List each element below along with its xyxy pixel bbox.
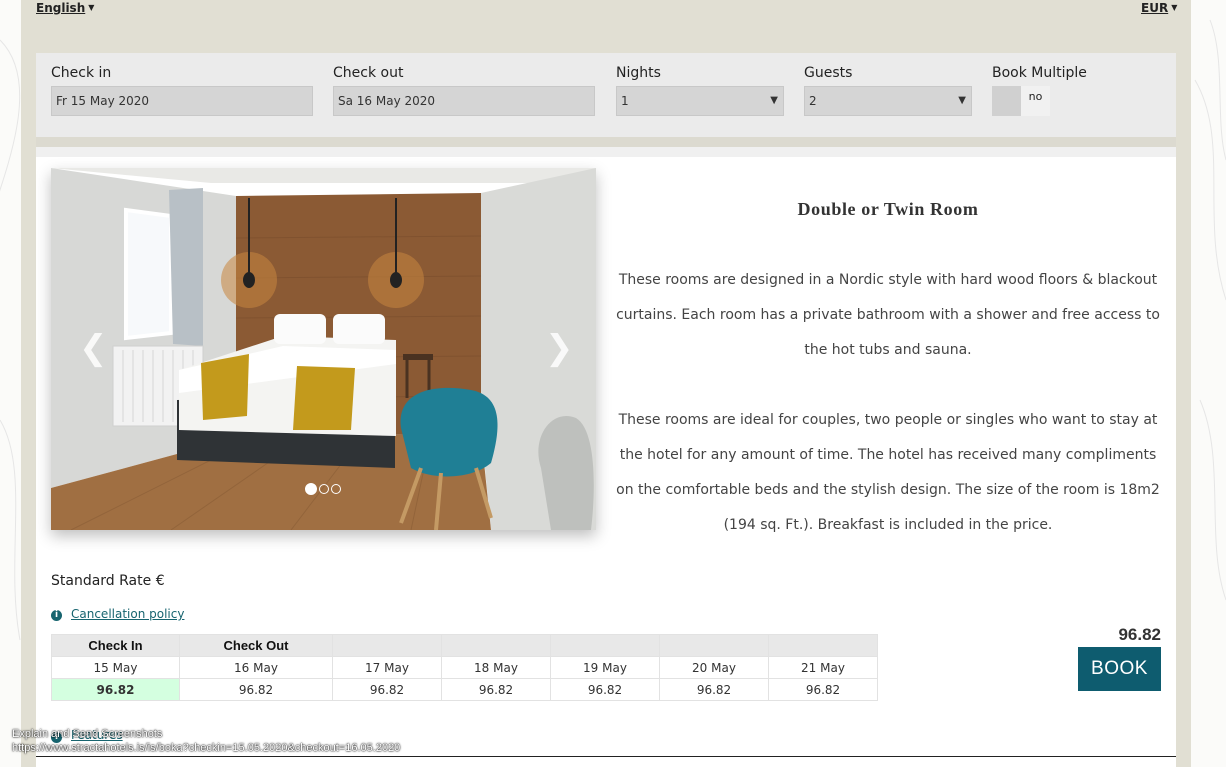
room-photo-carousel[interactable]: ❮ ❯ <box>51 168 596 530</box>
rate-date-cell: 21 May <box>768 656 878 679</box>
rate-dates-row: 15 May 16 May 17 May 18 May 19 May 20 Ma… <box>51 656 878 679</box>
book-multiple-toggle[interactable]: no <box>992 86 1050 116</box>
nights-label: Nights <box>616 65 661 81</box>
screenshot-url-caption: https://www.stracta­hotels.is/is/boka?ch… <box>12 742 401 754</box>
rate-header-cell: Check Out <box>179 634 333 657</box>
currency-label: EUR <box>1141 1 1169 15</box>
language-label: English <box>36 1 86 15</box>
total-price: 96.82 <box>1118 625 1161 644</box>
cancellation-policy-row: i Cancellation policy <box>51 607 184 621</box>
nights-value: 1 <box>621 94 629 108</box>
rate-date-cell: 17 May <box>332 656 442 679</box>
currency-selector[interactable]: EUR ▼ <box>1141 1 1177 15</box>
card-bottom-divider <box>36 756 1176 757</box>
guests-value: 2 <box>809 94 817 108</box>
book-multiple-label: Book Multiple <box>992 65 1087 81</box>
chevron-down-icon: ▼ <box>1171 3 1178 12</box>
rate-price-cell[interactable]: 96.82 <box>179 678 333 701</box>
toggle-knob <box>992 86 1021 116</box>
carousel-prev-button[interactable]: ❮ <box>79 331 108 365</box>
checkin-date-input[interactable]: Fr 15 May 2020 <box>51 86 313 116</box>
rate-date-cell: 20 May <box>659 656 769 679</box>
rate-price-cell[interactable]: 96.82 <box>332 678 442 701</box>
rate-name: Standard Rate € <box>51 573 165 589</box>
rate-header-cell <box>768 634 878 657</box>
search-bar-divider <box>36 137 1176 147</box>
rate-header-cell: Check In <box>51 634 180 657</box>
guests-label: Guests <box>804 65 853 81</box>
carousel-dot-1[interactable] <box>305 483 317 495</box>
info-icon: i <box>51 610 62 621</box>
chevron-down-icon: ▼ <box>88 3 95 12</box>
carousel-indicators <box>305 479 343 498</box>
rate-date-cell: 19 May <box>550 656 660 679</box>
guests-select[interactable]: 2 ▼ <box>804 86 972 116</box>
rate-header-cell <box>659 634 769 657</box>
carousel-next-button[interactable]: ❯ <box>545 331 574 365</box>
cancellation-policy-link[interactable]: Cancellation policy <box>71 607 184 621</box>
rate-date-cell: 16 May <box>179 656 333 679</box>
rate-header-cell <box>550 634 660 657</box>
dropdown-arrow-icon: ▼ <box>958 95 966 106</box>
checkout-field-group: Check out Sa 16 May 2020 <box>333 64 595 116</box>
guests-field-group: Guests 2 ▼ <box>804 64 972 116</box>
room-card: ❮ ❯ Double or Twin Room These rooms are … <box>36 147 1176 767</box>
nights-field-group: Nights 1 ▼ <box>616 64 784 116</box>
checkin-label: Check in <box>51 65 112 81</box>
booking-search-bar: Check in Fr 15 May 2020 Check out Sa 16 … <box>36 53 1176 137</box>
rate-header-cell <box>332 634 442 657</box>
checkin-field-group: Check in Fr 15 May 2020 <box>51 64 313 116</box>
rate-price-cell[interactable]: 96.82 <box>550 678 660 701</box>
rate-date-cell: 18 May <box>441 656 551 679</box>
card-top-strip <box>36 147 1176 157</box>
language-selector[interactable]: English ▼ <box>36 1 94 15</box>
checkout-date-input[interactable]: Sa 16 May 2020 <box>333 86 595 116</box>
rate-table-header-row: Check In Check Out <box>51 634 878 657</box>
rate-date-cell: 15 May <box>51 656 180 679</box>
rate-prices-row: 96.82 96.82 96.82 96.82 96.82 96.82 96.8… <box>51 678 878 701</box>
room-title: Double or Twin Room <box>797 199 979 219</box>
carousel-dot-3[interactable] <box>331 484 341 494</box>
carousel-dot-2[interactable] <box>319 484 329 494</box>
rate-price-cell[interactable]: 96.82 <box>441 678 551 701</box>
nights-select[interactable]: 1 ▼ <box>616 86 784 116</box>
rate-table: Check In Check Out 15 May 16 May 17 May … <box>51 634 878 701</box>
rate-price-cell[interactable]: 96.82 <box>659 678 769 701</box>
dropdown-arrow-icon: ▼ <box>770 95 778 106</box>
room-description-2: These rooms are ideal for couples, two p… <box>616 412 1160 533</box>
rate-price-cell-selected[interactable]: 96.82 <box>51 678 180 701</box>
rate-price-cell[interactable]: 96.82 <box>768 678 878 701</box>
checkout-label: Check out <box>333 65 404 81</box>
room-description-1: These rooms are designed in a Nordic sty… <box>616 272 1160 358</box>
screenshot-tool-caption: Explain and Send Screenshots <box>12 728 163 740</box>
book-multiple-field-group: Book Multiple no <box>992 64 1102 116</box>
book-button[interactable]: BOOK <box>1078 647 1161 691</box>
toggle-state-label: no <box>1021 86 1050 116</box>
rate-header-cell <box>441 634 551 657</box>
room-photo <box>51 168 596 530</box>
